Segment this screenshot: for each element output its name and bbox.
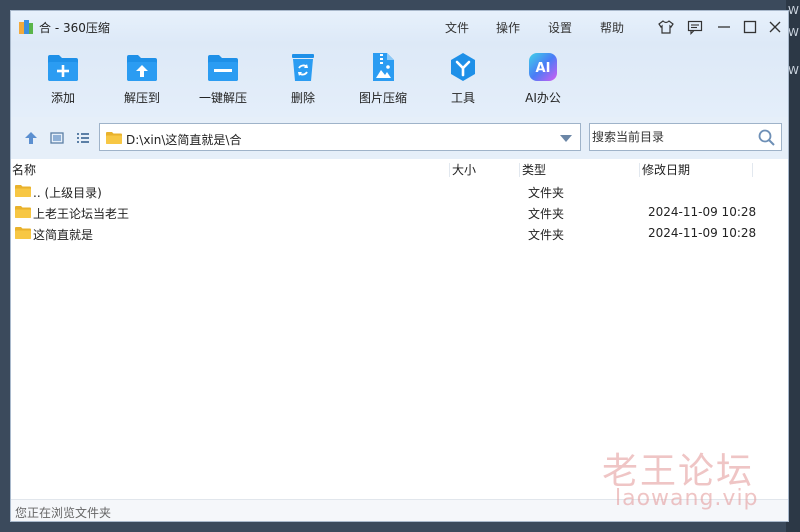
image-compress-icon <box>373 53 394 81</box>
tools-icon <box>451 53 475 81</box>
menu-settings[interactable]: 设置 <box>548 19 572 36</box>
column-separator[interactable] <box>449 163 450 177</box>
file-type: 文件夹 <box>528 186 565 200</box>
ai-office-label: AI办公 <box>525 91 561 105</box>
add-button[interactable]: 添加 <box>28 51 98 106</box>
list-view-icon[interactable] <box>76 131 90 145</box>
chevron-down-icon[interactable] <box>560 135 572 142</box>
address-bar[interactable]: D:\xin\这简直就是\合 <box>99 123 581 151</box>
address-path: D:\xin\这简直就是\合 <box>126 133 242 147</box>
column-separator[interactable] <box>519 163 520 177</box>
file-list: .. (上级目录) 文件夹 上老王论坛当老王 文件夹 2024-11-09 10… <box>11 181 788 244</box>
file-modified: 2024-11-09 10:28 <box>648 205 757 219</box>
folder-icon <box>15 185 31 197</box>
list-item[interactable]: 上老王论坛当老王 文件夹 2024-11-09 10:28 <box>11 202 788 223</box>
feedback-icon[interactable] <box>687 19 703 35</box>
delete-button[interactable]: 删除 <box>268 51 338 106</box>
add-label: 添加 <box>50 91 75 105</box>
tools-label: 工具 <box>450 91 475 105</box>
column-type[interactable]: 类型 <box>522 159 546 181</box>
recycle-bin-icon <box>292 54 314 81</box>
list-item-parent[interactable]: .. (上级目录) 文件夹 <box>11 181 788 202</box>
desktop-glyph: W <box>788 4 799 17</box>
add-folder-icon <box>48 55 78 81</box>
desktop-glyph: W <box>788 26 799 39</box>
main-toolbar: 添加 解压到 一键解压 删除 图片压缩 工具 AI AI办公 <box>11 43 788 117</box>
column-size[interactable]: 大小 <box>452 159 476 181</box>
column-header: 名称 大小 类型 修改日期 <box>11 159 788 181</box>
column-separator[interactable] <box>639 163 640 177</box>
folder-icon <box>15 227 31 239</box>
file-type: 文件夹 <box>528 228 565 242</box>
minimize-icon[interactable] <box>716 19 732 35</box>
status-text: 您正在浏览文件夹 <box>15 506 112 520</box>
menu-help[interactable]: 帮助 <box>600 19 624 36</box>
menu-operation[interactable]: 操作 <box>496 19 520 36</box>
column-separator[interactable] <box>752 163 753 177</box>
menu-file[interactable]: 文件 <box>445 19 469 36</box>
search-input[interactable] <box>590 124 752 150</box>
image-compress-label: 图片压缩 <box>358 91 407 105</box>
up-arrow-icon[interactable] <box>24 131 38 145</box>
ai-badge-text: AI <box>536 61 551 76</box>
folder-icon <box>106 132 122 144</box>
extract-to-icon <box>127 55 157 81</box>
close-icon[interactable] <box>767 19 783 35</box>
ai-office-icon: AI <box>529 53 557 81</box>
app-logo-icon <box>19 20 33 34</box>
column-modified[interactable]: 修改日期 <box>642 159 690 181</box>
one-click-extract-button[interactable]: 一键解压 <box>188 51 258 106</box>
list-item[interactable]: 这简直就是 文件夹 2024-11-09 10:28 <box>11 223 788 244</box>
file-name: .. (上级目录) <box>33 186 102 200</box>
one-click-extract-label: 一键解压 <box>198 91 247 105</box>
file-type: 文件夹 <box>528 207 565 221</box>
file-name: 这简直就是 <box>33 228 94 242</box>
maximize-icon[interactable] <box>742 19 758 35</box>
watermark-url: laowang.vip <box>615 486 759 511</box>
search-box <box>589 123 782 151</box>
desktop-glyph: W <box>788 64 799 77</box>
thumbnail-view-icon[interactable] <box>50 131 64 145</box>
folder-icon <box>15 206 31 218</box>
file-modified: 2024-11-09 10:28 <box>648 226 757 240</box>
ai-office-button[interactable]: AI AI办公 <box>508 51 578 106</box>
search-icon[interactable] <box>758 129 775 146</box>
shirt-icon[interactable] <box>658 19 674 35</box>
extract-to-button[interactable]: 解压到 <box>107 51 177 106</box>
title-bar: 合 - 360压缩 文件 操作 设置 帮助 <box>11 11 788 43</box>
extract-to-label: 解压到 <box>123 91 160 105</box>
window-title: 合 - 360压缩 <box>39 21 110 35</box>
image-compress-button[interactable]: 图片压缩 <box>348 51 418 106</box>
column-name[interactable]: 名称 <box>12 159 36 181</box>
address-row: D:\xin\这简直就是\合 <box>11 117 788 160</box>
delete-label: 删除 <box>290 91 315 105</box>
one-click-extract-icon <box>208 55 238 81</box>
tools-button[interactable]: 工具 <box>428 51 498 106</box>
file-name: 上老王论坛当老王 <box>33 207 130 221</box>
